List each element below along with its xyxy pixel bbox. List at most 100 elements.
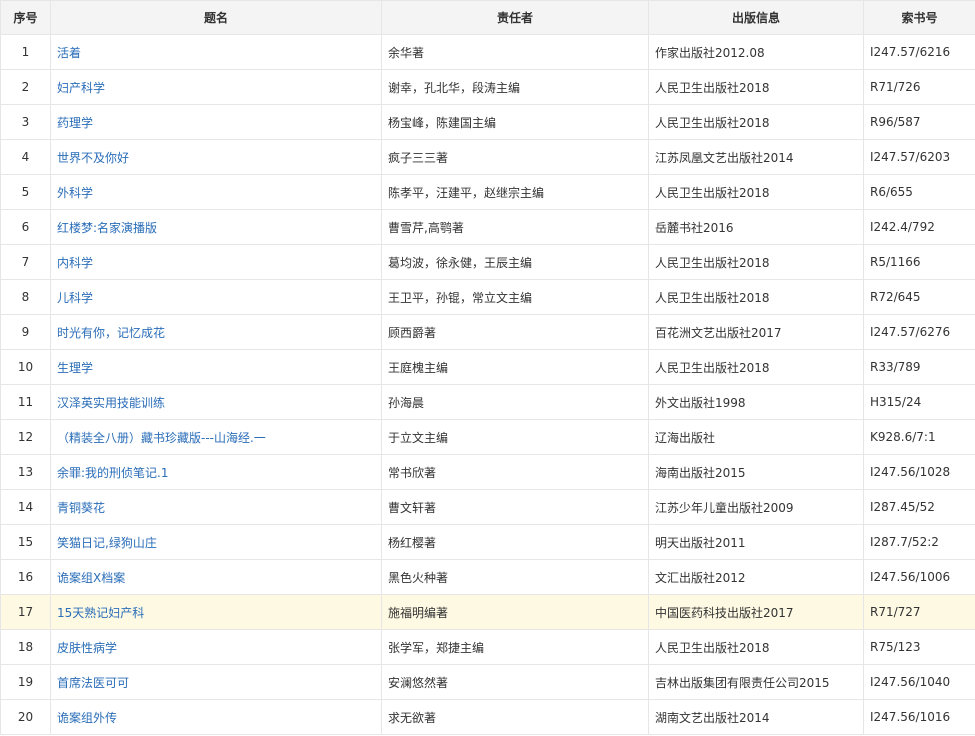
header-index: 序号 — [0, 0, 51, 35]
header-row: 序号 题名 责任者 出版信息 索书号 — [0, 0, 975, 35]
book-title-link[interactable]: 时光有你，记忆成花 — [57, 326, 165, 340]
row-title-cell: 首席法医可可 — [50, 664, 382, 700]
table-row: 18 皮肤性病学 张学军，郑捷主编 人民卫生出版社2018 R75/123 — [0, 629, 975, 665]
row-publication: 明天出版社2011 — [648, 524, 864, 560]
table-row: 4 世界不及你好 疯子三三著 江苏凤凰文艺出版社2014 I247.57/6203 — [0, 139, 975, 175]
book-title-link[interactable]: 诡案组X档案 — [57, 571, 125, 585]
row-publication: 人民卫生出版社2018 — [648, 349, 864, 385]
row-call-number: I247.57/6276 — [863, 314, 975, 350]
row-publication: 人民卫生出版社2018 — [648, 629, 864, 665]
book-title-link[interactable]: 诡案组外传 — [57, 711, 117, 725]
book-title-link[interactable]: 外科学 — [57, 186, 93, 200]
row-call-number: I247.57/6203 — [863, 139, 975, 175]
row-index: 15 — [0, 524, 51, 560]
table-row: 15 笑猫日记,绿狗山庄 杨红樱著 明天出版社2011 I287.7/52:2 — [0, 524, 975, 560]
row-title-cell: 生理学 — [50, 349, 382, 385]
table-row: 9 时光有你，记忆成花 顾西爵著 百花洲文艺出版社2017 I247.57/6276 — [0, 314, 975, 350]
row-title-cell: 皮肤性病学 — [50, 629, 382, 665]
header-title: 题名 — [50, 0, 382, 35]
book-title-link[interactable]: 活着 — [57, 46, 81, 60]
row-author: 黑色火种著 — [381, 559, 649, 595]
book-title-link[interactable]: 药理学 — [57, 116, 93, 130]
book-title-link[interactable]: 皮肤性病学 — [57, 641, 117, 655]
row-author: 余华著 — [381, 34, 649, 70]
header-author: 责任者 — [381, 0, 649, 35]
row-call-number: R71/727 — [863, 594, 975, 630]
book-title-link[interactable]: 首席法医可可 — [57, 676, 129, 690]
row-title-cell: 青铜葵花 — [50, 489, 382, 525]
book-title-link[interactable]: 青铜葵花 — [57, 501, 105, 515]
header-publication: 出版信息 — [648, 0, 864, 35]
row-title-cell: 活着 — [50, 34, 382, 70]
row-title-cell: 药理学 — [50, 104, 382, 140]
book-title-link[interactable]: （精装全八册）藏书珍藏版---山海经.一 — [57, 431, 266, 445]
row-index: 1 — [0, 34, 51, 70]
row-title-cell: 诡案组外传 — [50, 699, 382, 735]
row-title-cell: 诡案组X档案 — [50, 559, 382, 595]
table-row: 8 儿科学 王卫平，孙锟，常立文主编 人民卫生出版社2018 R72/645 — [0, 279, 975, 315]
row-author: 顾西爵著 — [381, 314, 649, 350]
row-author: 施福明编著 — [381, 594, 649, 630]
row-publication: 江苏凤凰文艺出版社2014 — [648, 139, 864, 175]
row-index: 12 — [0, 419, 51, 455]
row-publication: 百花洲文艺出版社2017 — [648, 314, 864, 350]
row-title-cell: 15天熟记妇产科 — [50, 594, 382, 630]
table-row: 1 活着 余华著 作家出版社2012.08 I247.57/6216 — [0, 34, 975, 70]
row-author: 曹雪芹,高鹗著 — [381, 209, 649, 245]
book-title-link[interactable]: 生理学 — [57, 361, 93, 375]
table-row: 20 诡案组外传 求无欲著 湖南文艺出版社2014 I247.56/1016 — [0, 699, 975, 735]
row-call-number: R96/587 — [863, 104, 975, 140]
row-title-cell: 儿科学 — [50, 279, 382, 315]
row-author: 陈孝平，汪建平，赵继宗主编 — [381, 174, 649, 210]
row-call-number: I247.56/1040 — [863, 664, 975, 700]
book-title-link[interactable]: 汉泽英实用技能训练 — [57, 396, 165, 410]
row-call-number: R72/645 — [863, 279, 975, 315]
row-author: 杨红樱著 — [381, 524, 649, 560]
row-title-cell: 妇产科学 — [50, 69, 382, 105]
row-publication: 人民卫生出版社2018 — [648, 104, 864, 140]
book-title-link[interactable]: 笑猫日记,绿狗山庄 — [57, 536, 157, 550]
row-author: 谢幸，孔北华，段涛主编 — [381, 69, 649, 105]
row-index: 7 — [0, 244, 51, 280]
book-title-link[interactable]: 余罪:我的刑侦笔记.1 — [57, 466, 169, 480]
book-title-link[interactable]: 儿科学 — [57, 291, 93, 305]
table-row: 12 （精装全八册）藏书珍藏版---山海经.一 于立文主编 辽海出版社 K928.6/7… — [0, 419, 975, 455]
table-row: 14 青铜葵花 曹文轩著 江苏少年儿童出版社2009 I287.45/52 — [0, 489, 975, 525]
table-row: 13 余罪:我的刑侦笔记.1 常书欣著 海南出版社2015 I247.56/1028 — [0, 454, 975, 490]
row-title-cell: 余罪:我的刑侦笔记.1 — [50, 454, 382, 490]
book-title-link[interactable]: 内科学 — [57, 256, 93, 270]
row-title-cell: 世界不及你好 — [50, 139, 382, 175]
row-title-cell: 外科学 — [50, 174, 382, 210]
row-publication: 文汇出版社2012 — [648, 559, 864, 595]
row-call-number: I287.45/52 — [863, 489, 975, 525]
row-publication: 湖南文艺出版社2014 — [648, 699, 864, 735]
row-author: 孙海晨 — [381, 384, 649, 420]
row-index: 14 — [0, 489, 51, 525]
row-author: 求无欲著 — [381, 699, 649, 735]
table-row: 17 15天熟记妇产科 施福明编著 中国医药科技出版社2017 R71/727 — [0, 594, 975, 630]
row-call-number: R75/123 — [863, 629, 975, 665]
row-index: 2 — [0, 69, 51, 105]
row-call-number: I247.56/1006 — [863, 559, 975, 595]
row-index: 13 — [0, 454, 51, 490]
book-title-link[interactable]: 红楼梦:名家演播版 — [57, 221, 157, 235]
row-index: 10 — [0, 349, 51, 385]
results-table: 序号 题名 责任者 出版信息 索书号 1 活着 余华著 作家出版社2012.08 I24… — [0, 0, 975, 735]
row-index: 18 — [0, 629, 51, 665]
book-title-link[interactable]: 15天熟记妇产科 — [57, 606, 144, 620]
row-author: 安澜悠然著 — [381, 664, 649, 700]
row-call-number: K928.6/7:1 — [863, 419, 975, 455]
row-author: 杨宝峰，陈建国主编 — [381, 104, 649, 140]
table-row: 6 红楼梦:名家演播版 曹雪芹,高鹗著 岳麓书社2016 I242.4/792 — [0, 209, 975, 245]
book-title-link[interactable]: 妇产科学 — [57, 81, 105, 95]
row-author: 疯子三三著 — [381, 139, 649, 175]
header-call-number: 索书号 — [863, 0, 975, 35]
book-title-link[interactable]: 世界不及你好 — [57, 151, 129, 165]
table-body: 1 活着 余华著 作家出版社2012.08 I247.57/6216 2 妇产科学 谢幸，孔北… — [0, 34, 975, 735]
row-call-number: R6/655 — [863, 174, 975, 210]
row-index: 16 — [0, 559, 51, 595]
row-publication: 人民卫生出版社2018 — [648, 279, 864, 315]
row-title-cell: 汉泽英实用技能训练 — [50, 384, 382, 420]
row-index: 4 — [0, 139, 51, 175]
row-call-number: H315/24 — [863, 384, 975, 420]
